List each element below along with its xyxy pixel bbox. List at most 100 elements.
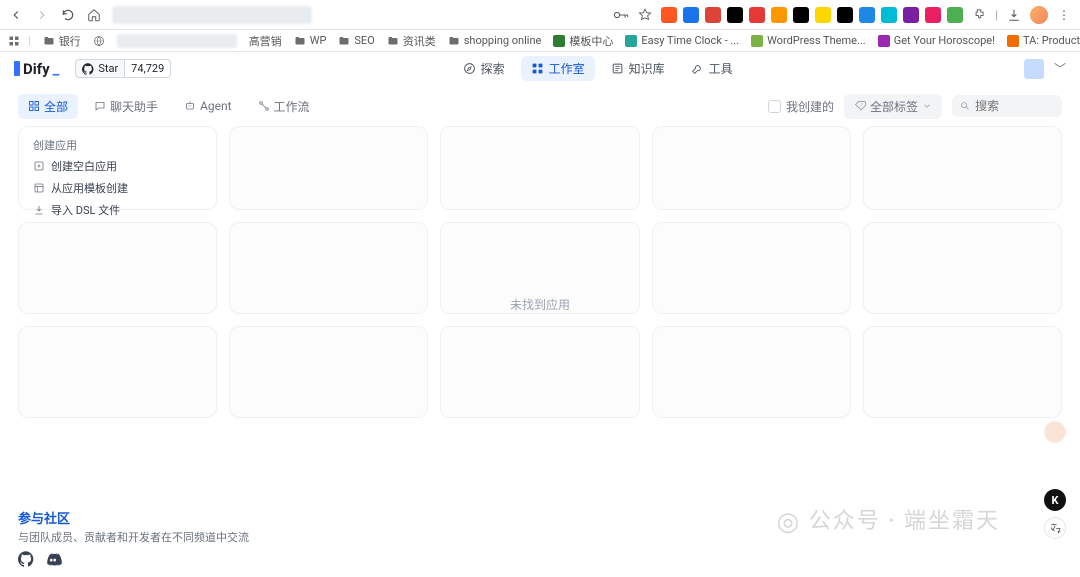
app-card-placeholder xyxy=(652,222,851,314)
create-option-label: 导入 DSL 文件 xyxy=(51,202,120,218)
bookmark-item-3[interactable] xyxy=(117,34,237,48)
nav-label: 工具 xyxy=(709,60,733,77)
extensions-icon[interactable] xyxy=(971,7,987,23)
extension-icon-8[interactable] xyxy=(837,7,853,23)
extension-icon-4[interactable] xyxy=(749,7,765,23)
filter-tabs: 全部聊天助手 Agent 工作流 xyxy=(18,94,320,119)
password-icon[interactable] xyxy=(613,7,629,23)
my-created-toggle[interactable]: 我创建的 xyxy=(768,98,834,115)
bookmark-item-4[interactable]: 高营销 xyxy=(249,33,282,49)
bookmark-item-2[interactable] xyxy=(93,35,105,47)
bookmark-item-8[interactable]: shopping online xyxy=(448,34,542,47)
filter-tab-chat[interactable]: 聊天助手 xyxy=(84,94,168,119)
app-card-placeholder xyxy=(440,326,639,418)
bookmark-item-10[interactable]: Easy Time Clock - ... xyxy=(625,34,739,47)
checkbox-icon xyxy=(768,100,781,113)
float-avatar-icon[interactable] xyxy=(1044,421,1066,443)
agent-icon xyxy=(184,100,196,112)
bookmark-item-1[interactable]: 银行 xyxy=(43,33,81,49)
app-card-placeholder xyxy=(229,126,428,210)
workspace-dropdown[interactable]: ﹀ xyxy=(1054,60,1066,77)
extension-icon-11[interactable] xyxy=(903,7,919,23)
studio-icon xyxy=(531,62,544,75)
nav-tools[interactable]: 工具 xyxy=(681,56,743,81)
create-option-blank[interactable]: 创建空白应用 xyxy=(33,157,202,175)
search-input[interactable] xyxy=(975,99,1054,113)
github-star-widget[interactable]: Star 74,729 xyxy=(75,59,171,78)
bookmark-item-11[interactable]: WordPress Theme... xyxy=(751,34,866,47)
extension-icon-12[interactable] xyxy=(925,7,941,23)
extension-icon-2[interactable] xyxy=(705,7,721,23)
float-feedback-button[interactable]: K xyxy=(1044,489,1066,511)
nav-label: 知识库 xyxy=(629,60,665,77)
nav-knowledge[interactable]: 知识库 xyxy=(601,56,675,81)
create-app-card: 创建应用创建空白应用从应用模板创建导入 DSL 文件 xyxy=(18,126,217,210)
browser-toolbar: | ⋮ xyxy=(0,0,1080,30)
bookmark-item-12[interactable]: Get Your Horoscope! xyxy=(878,34,995,47)
nav-label: 工作室 xyxy=(549,60,585,77)
workflow-icon xyxy=(258,100,270,112)
main-nav: 探索 工作室 知识库 工具 xyxy=(187,56,1008,81)
filter-tab-label: Agent xyxy=(200,99,231,113)
create-option-template[interactable]: 从应用模板创建 xyxy=(33,179,202,197)
create-option-dsl[interactable]: 导入 DSL 文件 xyxy=(33,201,202,219)
create-card-title: 创建应用 xyxy=(33,137,202,153)
discord-link-icon[interactable] xyxy=(44,551,62,569)
extension-icon-6[interactable] xyxy=(793,7,809,23)
bookmark-item-0[interactable]: | xyxy=(8,34,31,47)
app-card-placeholder xyxy=(18,326,217,418)
float-language-button[interactable] xyxy=(1044,517,1066,539)
forward-button[interactable] xyxy=(34,7,50,23)
extension-icon-1[interactable] xyxy=(683,7,699,23)
extension-icon-3[interactable] xyxy=(727,7,743,23)
extension-icon-10[interactable] xyxy=(881,7,897,23)
app-card-placeholder xyxy=(18,222,217,314)
app-card-placeholder xyxy=(440,222,639,314)
community-section: 参与社区 与团队成员、贡献者和开发者在不同频道中交流 xyxy=(18,508,249,569)
knowledge-icon xyxy=(611,62,624,75)
filter-tab-label: 全部 xyxy=(44,98,68,115)
filter-tab-agent[interactable]: Agent xyxy=(174,94,241,119)
template-icon xyxy=(33,182,45,194)
bookmark-item-5[interactable]: WP xyxy=(294,34,327,47)
tag-filter-label: 全部标签 xyxy=(870,98,918,115)
tag-filter-dropdown[interactable]: 全部标签 xyxy=(844,94,942,119)
filter-bar: 全部聊天助手 Agent 工作流 我创建的 全部标签 xyxy=(0,86,1080,126)
download-icon[interactable] xyxy=(1006,7,1022,23)
github-link-icon[interactable] xyxy=(18,551,34,569)
profile-avatar[interactable] xyxy=(1030,6,1048,24)
address-bar[interactable] xyxy=(112,6,312,24)
filter-tab-workflow[interactable]: 工作流 xyxy=(248,94,320,119)
chrome-menu-button[interactable]: ⋮ xyxy=(1056,7,1072,23)
filter-tab-label: 工作流 xyxy=(274,98,310,115)
extension-icon-9[interactable] xyxy=(859,7,875,23)
extension-icon-7[interactable] xyxy=(815,7,831,23)
bookmark-item-9[interactable]: 模板中心 xyxy=(553,33,613,49)
extension-icon-0[interactable] xyxy=(661,7,677,23)
bookmark-item-13[interactable]: TA: Product Search xyxy=(1007,34,1080,47)
chevron-down-icon xyxy=(922,101,932,111)
logo-text: Dify xyxy=(23,60,50,78)
nav-label: 探索 xyxy=(481,60,505,77)
create-option-label: 创建空白应用 xyxy=(51,158,117,174)
back-button[interactable] xyxy=(8,7,24,23)
workspace-avatar[interactable] xyxy=(1024,59,1044,79)
extension-icon-5[interactable] xyxy=(771,7,787,23)
dify-logo[interactable]: Dify_ xyxy=(14,60,59,78)
bookmark-item-7[interactable]: 资讯类 xyxy=(387,33,436,49)
reload-button[interactable] xyxy=(60,7,76,23)
community-title: 参与社区 xyxy=(18,508,249,527)
star-icon[interactable] xyxy=(637,7,653,23)
create-option-label: 从应用模板创建 xyxy=(51,180,128,196)
search-icon xyxy=(960,100,970,112)
nav-studio[interactable]: 工作室 xyxy=(521,56,595,81)
app-card-placeholder xyxy=(863,126,1062,210)
app-card-placeholder xyxy=(440,126,639,210)
extension-icon-13[interactable] xyxy=(947,7,963,23)
app-card-placeholder xyxy=(652,326,851,418)
bookmark-item-6[interactable]: SEO xyxy=(338,34,374,47)
search-box[interactable] xyxy=(952,95,1062,117)
nav-explore[interactable]: 探索 xyxy=(453,56,515,81)
home-button[interactable] xyxy=(86,7,102,23)
filter-tab-all[interactable]: 全部 xyxy=(18,94,78,119)
